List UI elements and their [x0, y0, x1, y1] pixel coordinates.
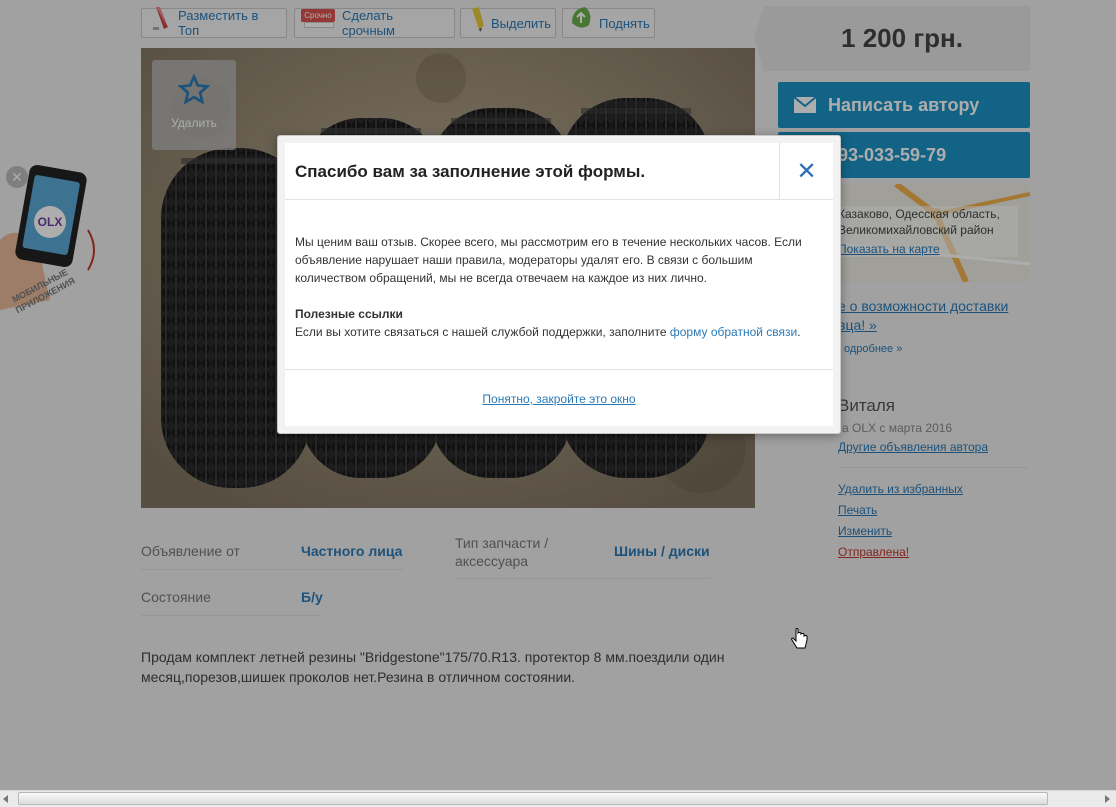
scroll-left-arrow-icon[interactable]	[3, 795, 8, 803]
thank-you-modal: Спасибо вам за заполнение этой формы. ✕ …	[277, 135, 841, 434]
modal-support-period: .	[797, 325, 801, 339]
modal-footer: Понятно, закройте это окно	[285, 369, 833, 428]
modal-links-heading: Полезные ссылки	[295, 307, 403, 321]
modal-message: Мы ценим ваш отзыв. Скорее всего, мы рас…	[295, 235, 802, 285]
modal-close-button[interactable]: ✕	[779, 143, 833, 200]
modal-body: Мы ценим ваш отзыв. Скорее всего, мы рас…	[295, 233, 825, 341]
modal-support-line: Если вы хотите связаться с нашей службой…	[295, 323, 825, 341]
modal-dismiss-link[interactable]: Понятно, закройте это окно	[482, 392, 635, 406]
feedback-form-link[interactable]: форму обратной связи	[670, 325, 797, 339]
scroll-right-arrow-icon[interactable]	[1105, 795, 1110, 803]
modal-content: Спасибо вам за заполнение этой формы. ✕ …	[285, 143, 833, 426]
scrollbar-thumb[interactable]	[18, 792, 1048, 805]
modal-title: Спасибо вам за заполнение этой формы.	[295, 162, 646, 181]
close-icon: ✕	[796, 158, 817, 185]
modal-header: Спасибо вам за заполнение этой формы. ✕	[285, 143, 833, 200]
hand-cursor-icon	[791, 628, 808, 649]
modal-support-text: Если вы хотите связаться с нашей службой…	[295, 325, 667, 339]
